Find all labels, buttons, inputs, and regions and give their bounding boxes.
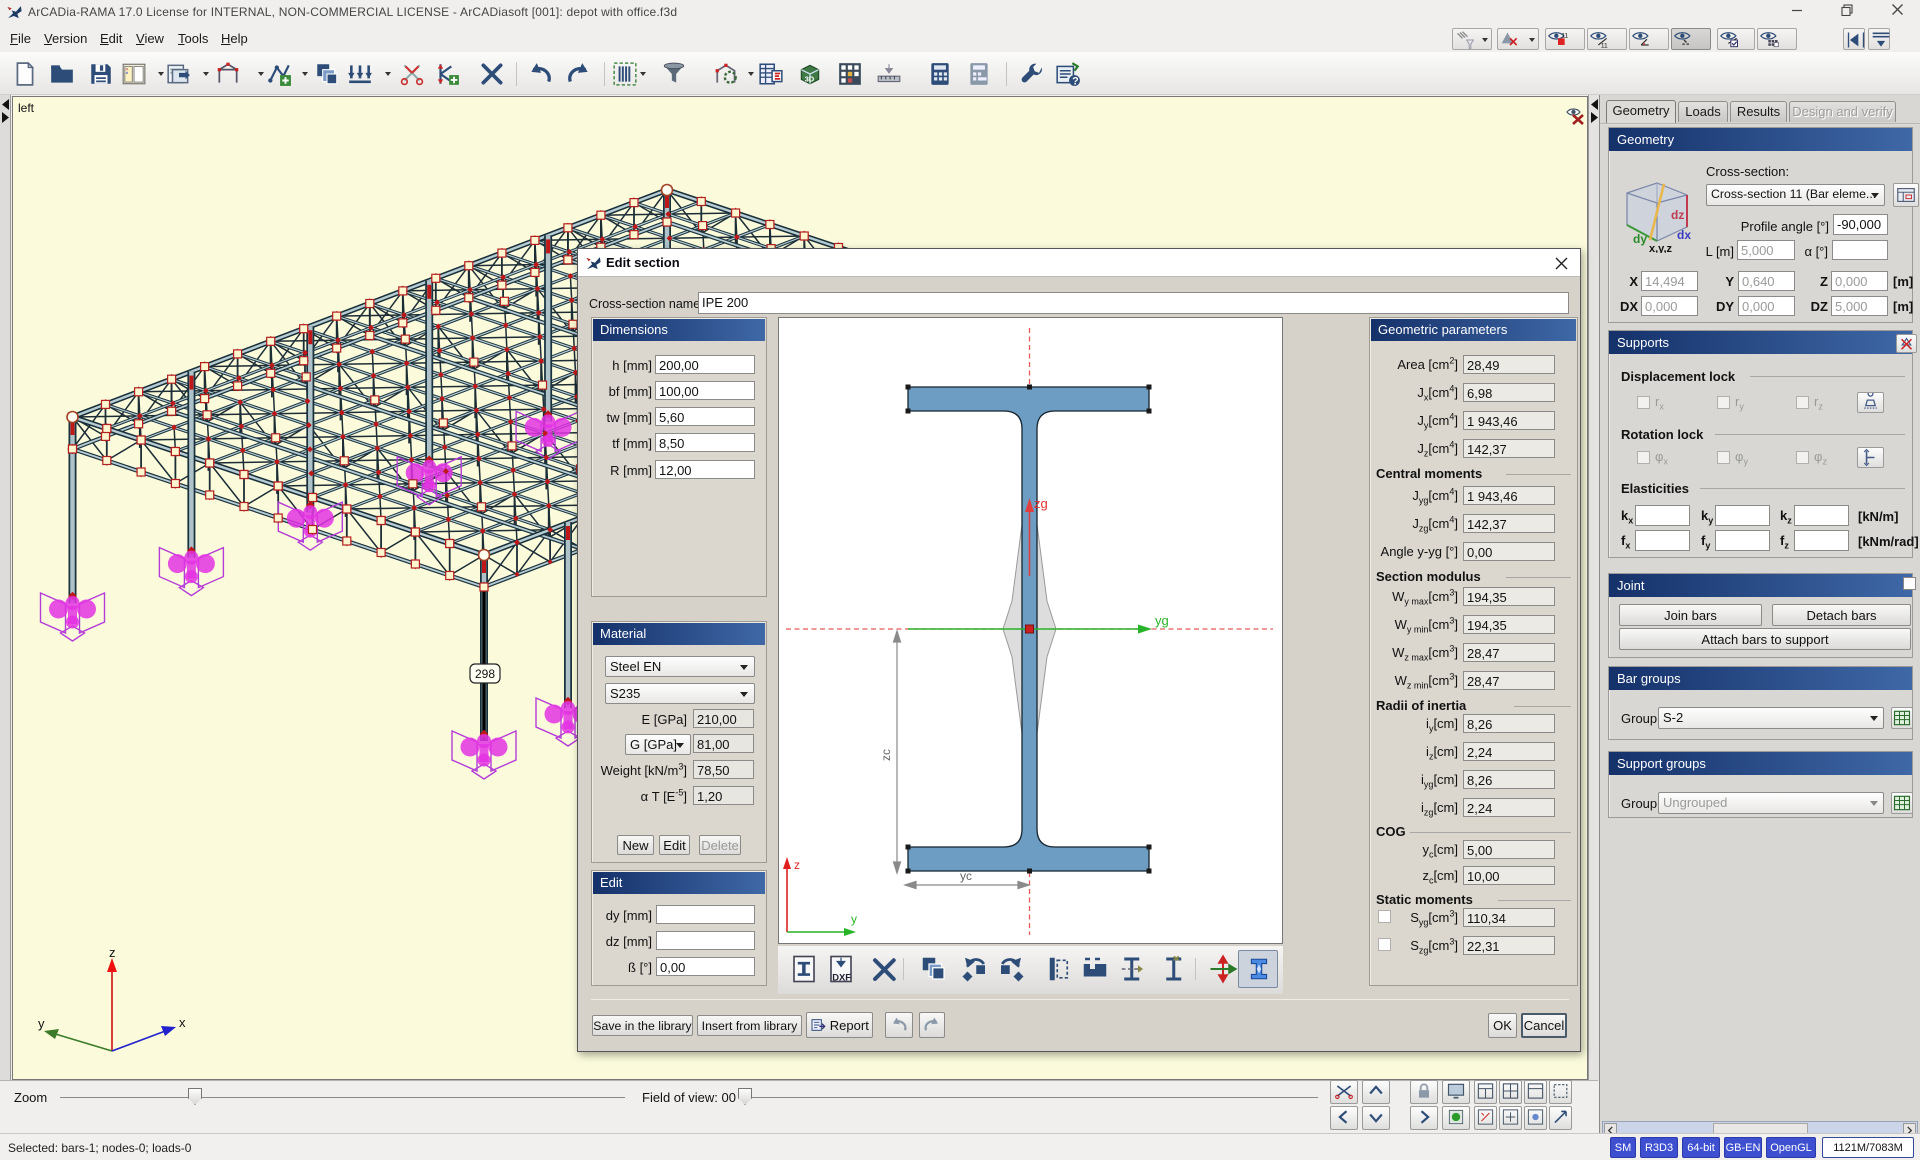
svg-text:3D: 3D bbox=[805, 75, 815, 84]
svg-text:dy: dy bbox=[1633, 232, 1647, 246]
svg-text:z: z bbox=[109, 945, 116, 960]
svg-text:y: y bbox=[38, 1016, 45, 1031]
svg-text:y: y bbox=[851, 912, 857, 926]
svg-text:x: x bbox=[179, 1015, 186, 1030]
svg-text:z: z bbox=[794, 858, 800, 872]
svg-text:?: ? bbox=[1072, 75, 1079, 87]
svg-text:yg: yg bbox=[1155, 613, 1169, 628]
svg-text:zg: zg bbox=[1034, 496, 1048, 511]
svg-text:DXF: DXF bbox=[832, 972, 851, 982]
svg-text:x,y,z: x,y,z bbox=[1649, 243, 1673, 253]
svg-text:11: 11 bbox=[1601, 43, 1608, 50]
svg-text:dz: dz bbox=[1671, 208, 1684, 222]
svg-text:zc: zc bbox=[879, 749, 893, 761]
svg-text:yc: yc bbox=[960, 869, 972, 883]
svg-text:11: 11 bbox=[1561, 33, 1568, 40]
svg-text:dx: dx bbox=[1677, 228, 1691, 242]
svg-text:298: 298 bbox=[475, 667, 495, 681]
